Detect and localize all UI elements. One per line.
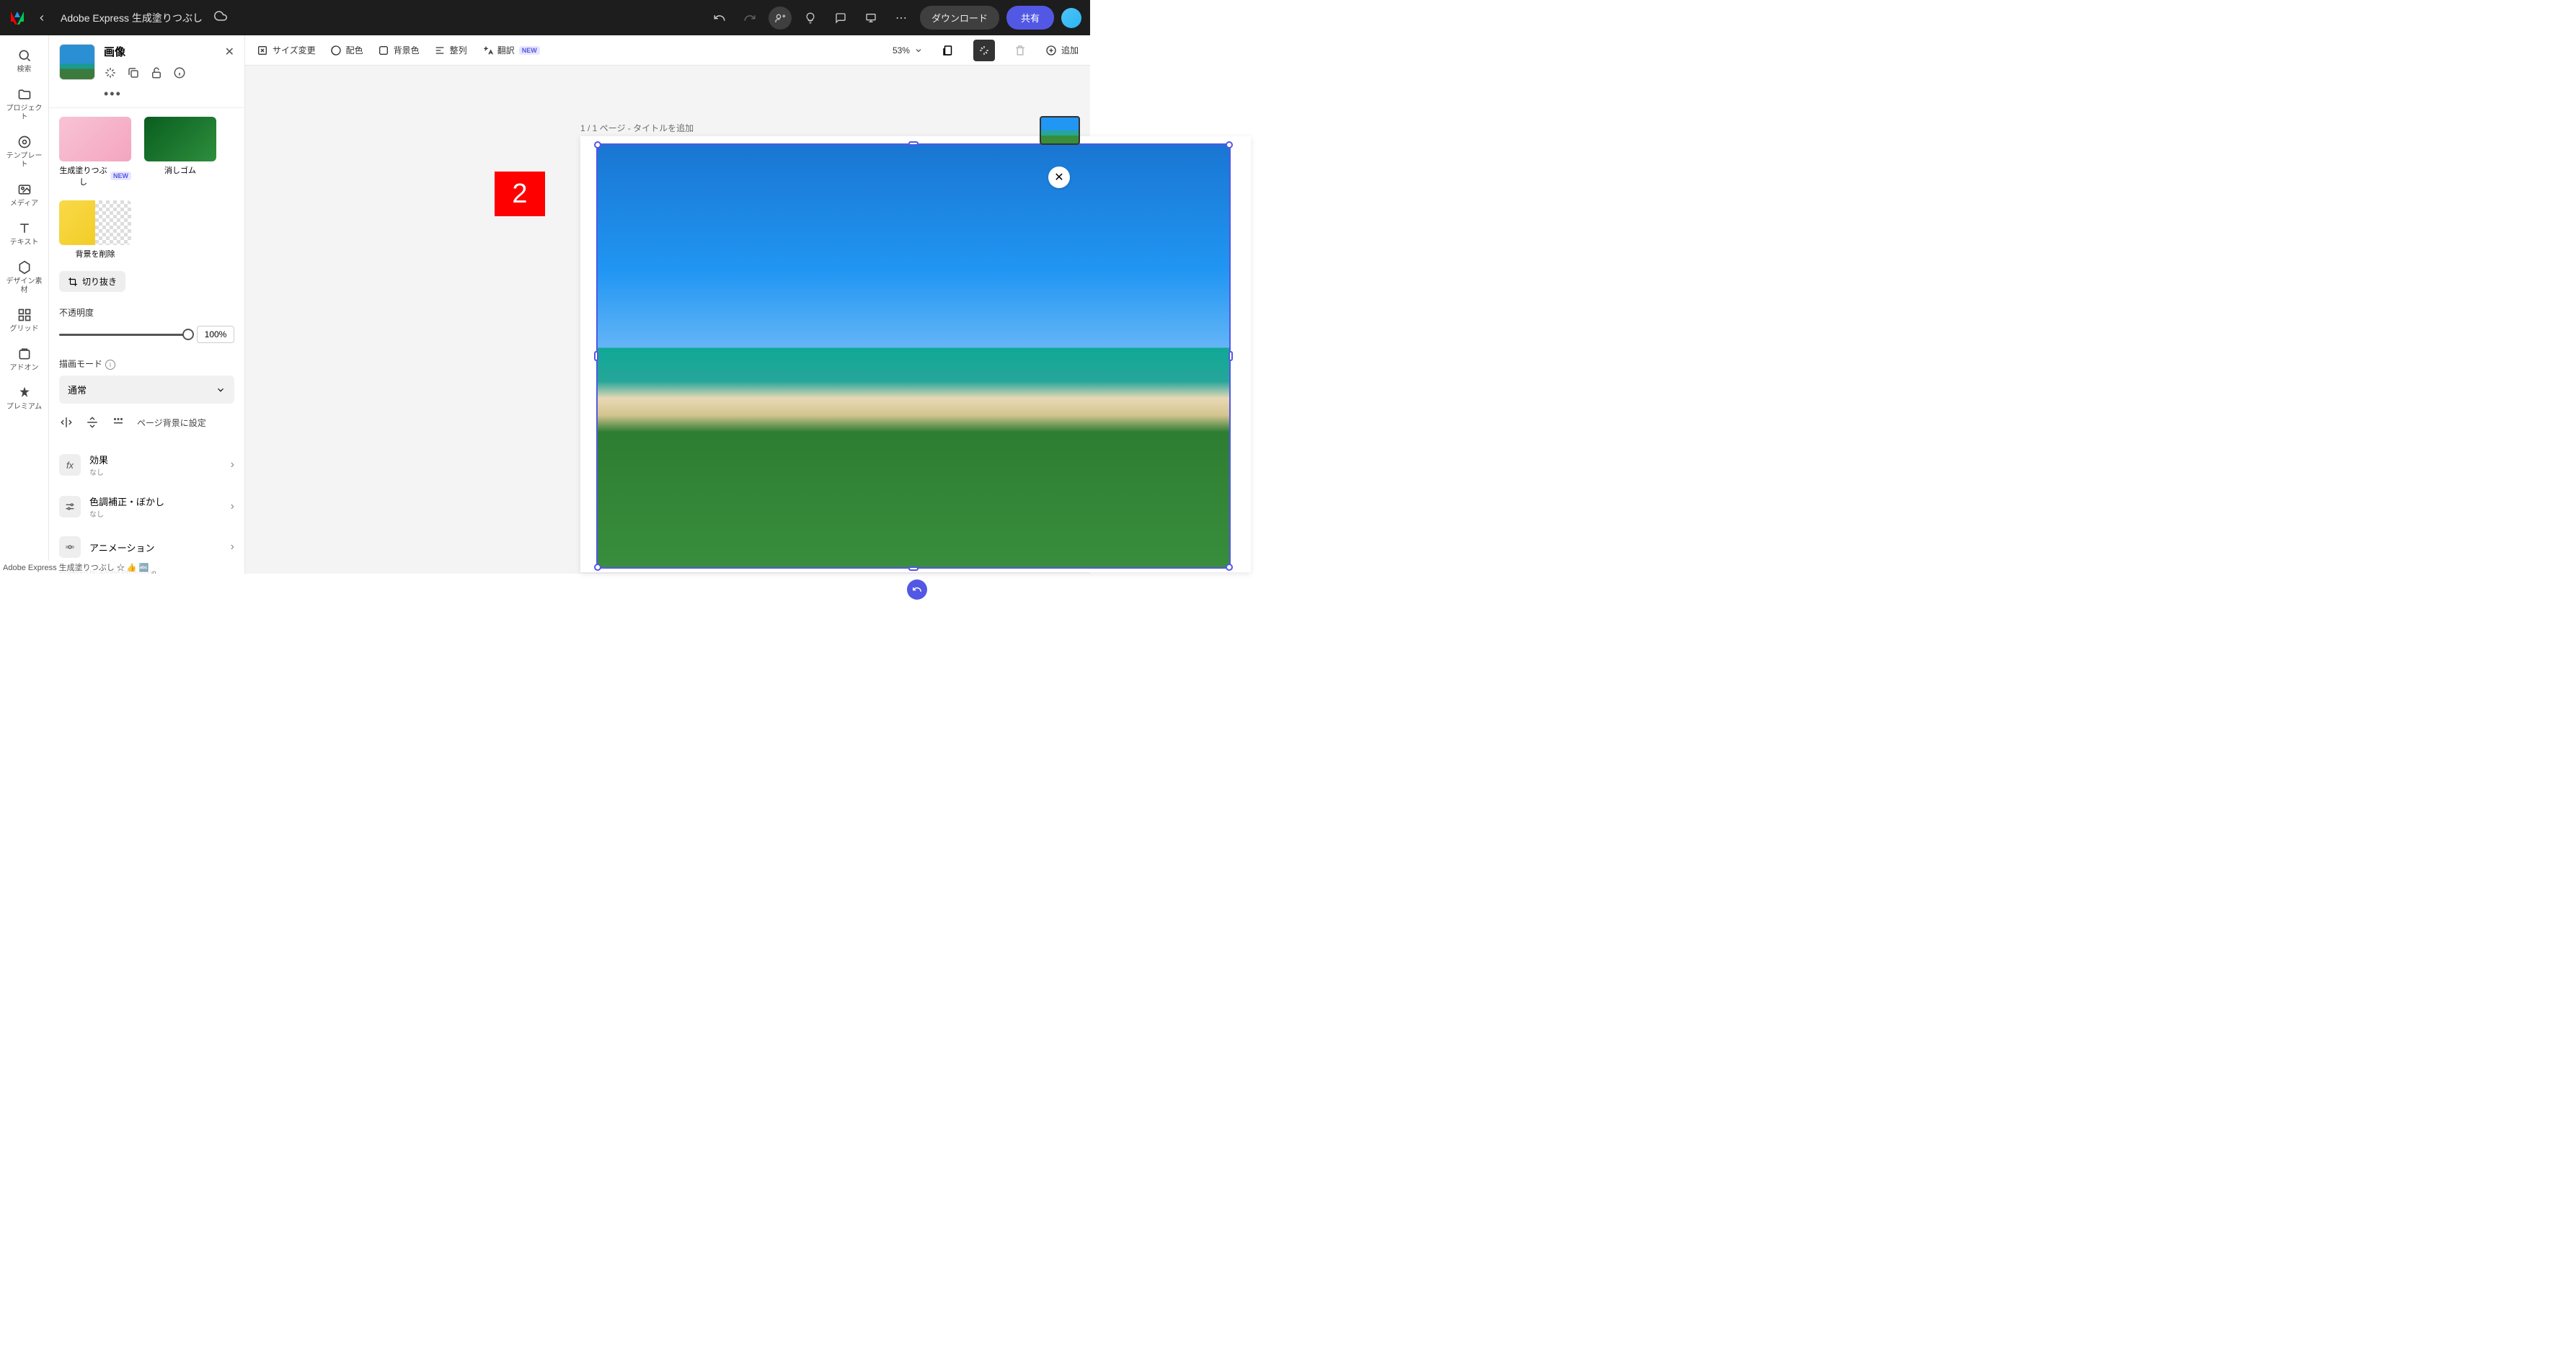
effects-row[interactable]: fx 効果なし › (59, 444, 234, 486)
translate-button[interactable]: 翻訳NEW (482, 44, 540, 56)
selected-image-thumb (59, 44, 95, 80)
adobe-logo (9, 9, 26, 27)
animation-icon (59, 536, 81, 558)
rail-media[interactable]: メディア (0, 177, 48, 214)
redo-button[interactable] (738, 6, 761, 30)
download-button[interactable]: ダウンロード (920, 6, 999, 30)
document-title[interactable]: Adobe Express 生成塗りつぶし (61, 11, 203, 25)
blend-mode-select[interactable]: 通常 (59, 376, 234, 404)
resize-button[interactable]: サイズ変更 (257, 44, 316, 56)
sparkle-icon[interactable] (104, 66, 117, 79)
undo-fab[interactable] (907, 579, 927, 600)
duplicate-icon[interactable] (127, 66, 140, 79)
selected-image[interactable] (596, 143, 1231, 569)
resize-handle-bl[interactable] (594, 564, 601, 571)
user-avatar[interactable] (1061, 8, 1081, 28)
page-info[interactable]: 1 / 1 ページ - タイトルを追加 (580, 122, 694, 134)
recolor-button[interactable]: 配色 (330, 44, 363, 56)
tool-generative-fill[interactable]: 生成塗りつぶしNEW (59, 117, 131, 187)
resize-edge-left[interactable] (594, 351, 598, 361)
delete-icon[interactable] (1009, 40, 1031, 61)
page-thumbnail[interactable] (1040, 116, 1080, 145)
lock-icon[interactable] (150, 66, 163, 79)
chevron-right-icon: › (231, 500, 234, 513)
crop-button[interactable]: 切り抜き (59, 271, 125, 292)
sliders-icon (59, 496, 81, 517)
rail-search[interactable]: 検索 (0, 43, 48, 80)
pattern-icon[interactable] (111, 415, 125, 430)
undo-button[interactable] (708, 6, 731, 30)
resize-handle-tr[interactable] (1226, 141, 1233, 148)
info-small-icon[interactable]: i (105, 360, 115, 370)
flip-horizontal-icon[interactable] (59, 415, 74, 430)
rail-templates[interactable]: テンプレート (0, 129, 48, 175)
adjustments-row[interactable]: 色調補正・ぼかしなし › (59, 486, 234, 528)
effects-icon: fx (59, 454, 81, 476)
add-button[interactable]: 追加 (1045, 44, 1079, 56)
align-button[interactable]: 整列 (434, 44, 467, 56)
tool-remove-background[interactable]: 背景を削除 (59, 200, 131, 259)
resize-handle-tl[interactable] (594, 141, 601, 148)
rail-addon[interactable]: アドオン (0, 341, 48, 378)
chevron-right-icon: › (231, 458, 234, 471)
more-icon[interactable]: ⋯ (890, 6, 913, 30)
invite-icon[interactable] (769, 6, 792, 30)
back-button[interactable] (33, 9, 50, 27)
status-bar-url: Adobe Express 生成塗りつぶし ☆ 👍 🔤 (0, 561, 151, 574)
rail-premium[interactable]: プレミアム (0, 380, 48, 417)
resize-edge-right[interactable] (1229, 351, 1233, 361)
lightbulb-icon[interactable] (799, 6, 822, 30)
more-options-icon[interactable]: ••• (104, 86, 122, 102)
ai-icon[interactable] (973, 40, 995, 61)
opacity-label: 不透明度 (59, 306, 234, 319)
rail-design[interactable]: デザイン素材 (0, 254, 48, 301)
chevron-right-icon: › (231, 541, 234, 554)
panel-title: 画像 (104, 44, 125, 59)
cloud-icon (214, 9, 227, 26)
rail-text[interactable]: テキスト (0, 216, 48, 253)
present-icon[interactable] (859, 6, 882, 30)
close-panel-button[interactable]: ✕ (225, 45, 234, 59)
blend-mode-label: 描画モードi (59, 357, 234, 370)
share-button[interactable]: 共有 (1006, 6, 1054, 30)
comment-icon[interactable] (829, 6, 852, 30)
resize-edge-bottom[interactable] (908, 567, 919, 571)
annotation-marker: 2 (495, 172, 545, 216)
rail-grid[interactable]: グリッド (0, 302, 48, 339)
rail-projects[interactable]: プロジェクト (0, 81, 48, 128)
tool-eraser[interactable]: 消しゴム (144, 117, 216, 187)
opacity-slider[interactable] (59, 334, 188, 336)
pages-icon[interactable] (937, 40, 959, 61)
collapse-thumbnails-button[interactable]: ✕ (1048, 166, 1070, 188)
zoom-level[interactable]: 53% (893, 45, 923, 55)
resize-edge-top[interactable] (908, 141, 919, 146)
canvas-page[interactable] (580, 136, 1251, 572)
set-page-background[interactable]: ページ背景に設定 (137, 417, 206, 429)
opacity-value[interactable]: 100% (197, 326, 234, 343)
bgcolor-button[interactable]: 背景色 (378, 44, 420, 56)
resize-handle-br[interactable] (1226, 564, 1233, 571)
info-icon[interactable] (173, 66, 186, 79)
flip-vertical-icon[interactable] (85, 415, 99, 430)
